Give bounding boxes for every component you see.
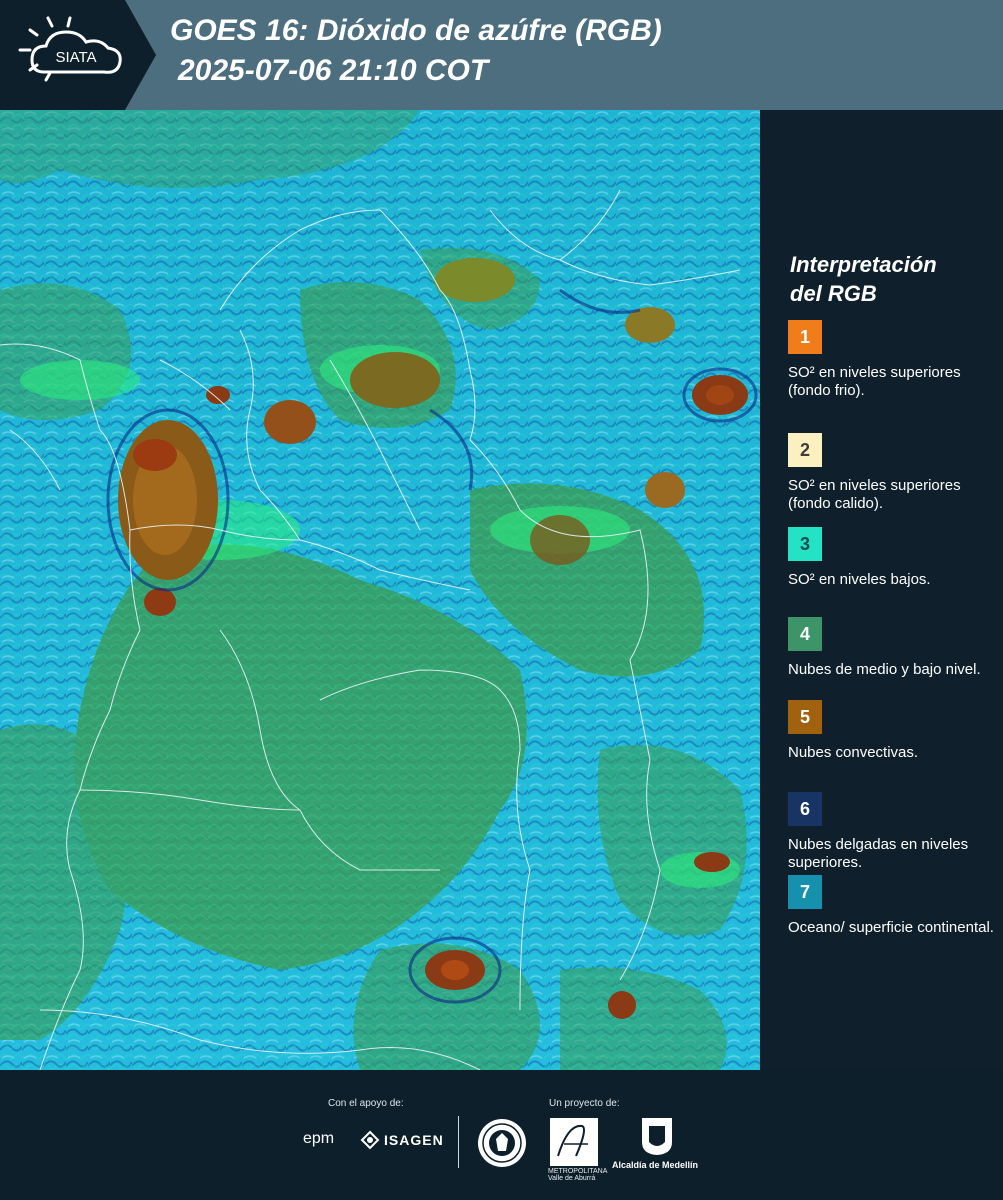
title-line2: 2025-07-06 21:10 COT: [178, 54, 489, 87]
footer-divider: [458, 1116, 459, 1168]
legend-item-text: SO² en niveles bajos.: [788, 571, 931, 588]
legend-item-text: Nubes delgadas en niveles superiores.: [788, 836, 969, 871]
legend-title: Interpretación del RGB: [790, 250, 937, 308]
legend-item-text: Nubes convectivas.: [788, 744, 919, 761]
legend-swatch: 4: [788, 617, 822, 651]
area-metropolitana-name: METROPOLITANA Valle de Aburrá: [548, 1168, 608, 1182]
legend-title-line1: Interpretación: [790, 252, 937, 277]
isagen-logo: ISAGEN: [384, 1132, 444, 1148]
legend-item-3: 3 SO² en niveles bajos.: [788, 527, 998, 589]
support-label: Con el apoyo de:: [328, 1098, 404, 1109]
area-metropolitana-logo: [550, 1118, 598, 1166]
legend-item-1: 1 SO² en niveles superiores (fondo frio).: [788, 320, 998, 400]
legend-item-7: 7 Oceano/ superficie continental.: [788, 875, 998, 937]
legend-swatch: 3: [788, 527, 822, 561]
legend-swatch: 5: [788, 700, 822, 734]
project-label: Un proyecto de:: [549, 1098, 620, 1109]
medellin-seal-icon: [478, 1119, 526, 1167]
svg-text:SIATA: SIATA: [55, 49, 96, 66]
title-line1: GOES 16: Dióxido de azúfre (RGB): [170, 14, 662, 47]
legend-item-text: SO² en niveles superiores (fondo frio).: [788, 364, 961, 399]
legend-swatch: 6: [788, 792, 822, 826]
siata-logo: SIATA: [0, 0, 156, 110]
legend-item-5: 5 Nubes convectivas.: [788, 700, 998, 762]
legend-panel: Interpretación del RGB 1 SO² en niveles s…: [760, 110, 1003, 1070]
header-bar: SIATA GOES 16: Dióxido de azúfre (RGB) 2…: [0, 0, 1003, 110]
legend-item-text: Nubes de medio y bajo nivel.: [788, 661, 981, 678]
legend-swatch: 7: [788, 875, 822, 909]
legend-item-6: 6 Nubes delgadas en niveles superiores.: [788, 792, 998, 872]
epm-logo: epm: [303, 1130, 335, 1147]
legend-item-text: Oceano/ superficie continental.: [788, 919, 994, 936]
legend-item-2: 2 SO² en niveles superiores (fondo calido…: [788, 433, 998, 513]
legend-swatch: 1: [788, 320, 822, 354]
legend-title-line2: del RGB: [790, 281, 877, 306]
alcaldia-label: Alcaldía de Medellín: [612, 1160, 699, 1170]
legend-item-text: SO² en niveles superiores (fondo calido)…: [788, 477, 961, 512]
legend-item-4: 4 Nubes de medio y bajo nivel.: [788, 617, 998, 679]
footer-bar: Con el apoyo de: Un proyecto de: epm ISA…: [0, 1070, 1003, 1200]
satellite-map: [0, 110, 760, 1070]
alcaldia-shield-icon: [642, 1118, 672, 1155]
legend-swatch: 2: [788, 433, 822, 467]
isagen-icon: [360, 1130, 380, 1150]
